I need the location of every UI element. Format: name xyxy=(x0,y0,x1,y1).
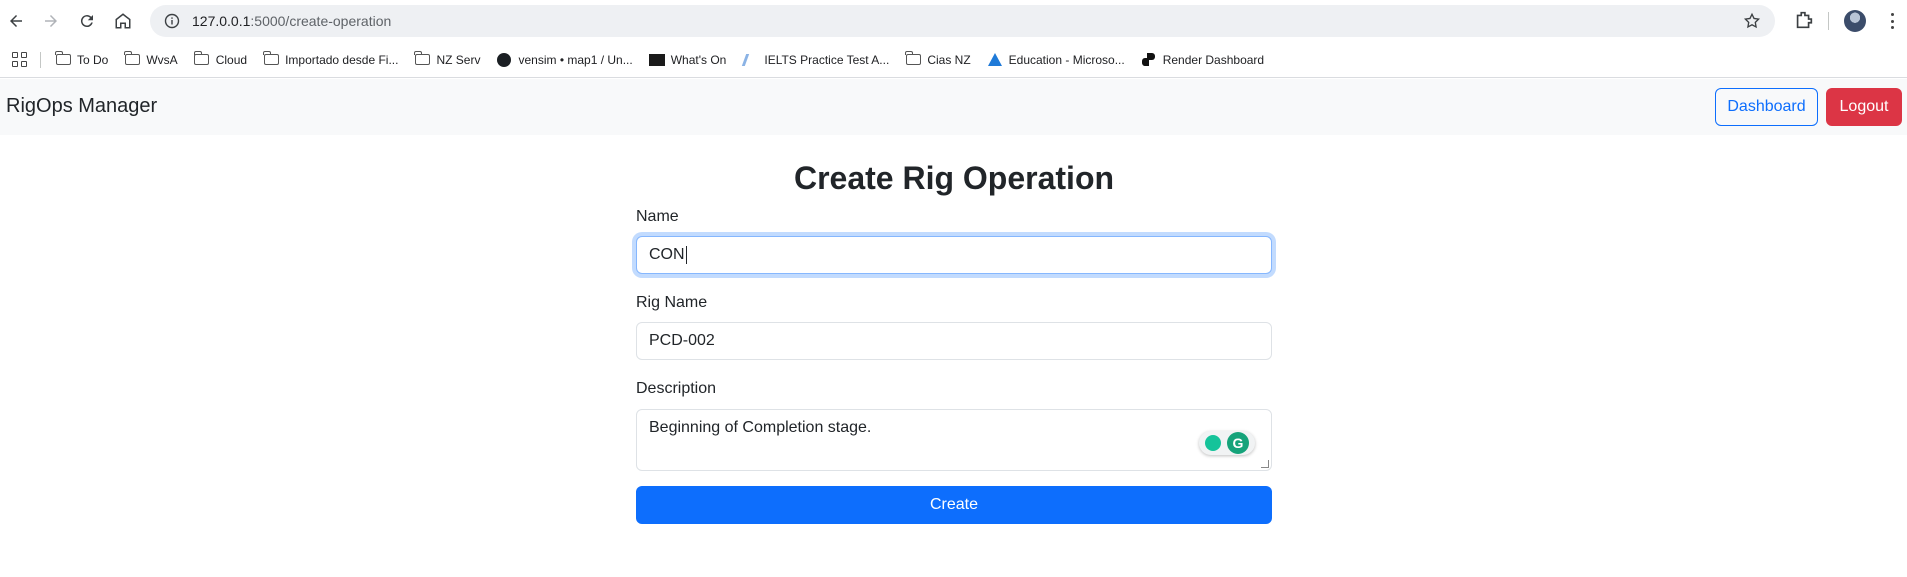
rig-name-input[interactable]: PCD-002 xyxy=(636,322,1272,360)
folder-icon xyxy=(193,51,210,67)
bookmark-label: WvsA xyxy=(146,52,178,67)
bookmark-label: Cias NZ xyxy=(927,52,971,67)
browser-toolbar: 127.0.0.1:5000/create-operation xyxy=(0,0,1907,42)
description-label: Description xyxy=(636,380,717,397)
bookmark-render[interactable]: Render Dashboard xyxy=(1141,53,1264,67)
logout-button[interactable]: Logout xyxy=(1826,88,1902,126)
page-title: Create Rig Operation xyxy=(793,160,1115,196)
bookmark-label: To Do xyxy=(77,52,109,67)
reload-icon[interactable] xyxy=(69,3,105,39)
grammarly-widget[interactable]: G xyxy=(1199,431,1255,455)
text-caret xyxy=(685,246,687,264)
azure-icon xyxy=(987,53,1003,67)
dashboard-button[interactable]: Dashboard xyxy=(1715,88,1818,126)
bookmark-cloud[interactable]: Cloud xyxy=(193,51,248,67)
create-button[interactable]: Create xyxy=(636,486,1272,524)
browser-menu-icon[interactable] xyxy=(1882,11,1902,31)
ielts-icon xyxy=(742,53,759,67)
brand-title[interactable]: RigOps Manager xyxy=(6,95,157,118)
bookmark-label: Importado desde Fi... xyxy=(285,52,399,67)
rig-name-input-value: PCD-002 xyxy=(649,332,715,349)
folder-icon xyxy=(263,51,279,67)
bookmark-label: Education - Microso... xyxy=(1008,52,1125,67)
name-label: Name xyxy=(636,208,679,225)
bookmark-whats-on[interactable]: What's On xyxy=(648,52,727,67)
bookmark-label: NZ Serv xyxy=(436,52,481,67)
description-value: Beginning of Completion stage. xyxy=(649,419,872,436)
whats-on-icon xyxy=(648,53,665,67)
extensions-icon[interactable] xyxy=(1793,9,1815,31)
bookmark-label: IELTS Practice Test A... xyxy=(764,52,890,67)
app-navbar: RigOps Manager Dashboard Logout xyxy=(0,79,1907,135)
address-bar[interactable]: 127.0.0.1:5000/create-operation xyxy=(150,5,1775,37)
bookmark-wvsa[interactable]: WvsA xyxy=(124,51,178,67)
bookmark-star-icon[interactable] xyxy=(1743,12,1761,30)
bookmark-nz-serv[interactable]: NZ Serv xyxy=(414,51,481,67)
name-input-value: CON xyxy=(649,246,685,263)
folder-icon xyxy=(414,51,430,67)
site-info-icon[interactable] xyxy=(164,13,180,29)
github-icon xyxy=(496,52,512,67)
apps-icon[interactable] xyxy=(12,51,28,68)
bookmark-to-do[interactable]: To Do xyxy=(55,51,109,67)
rig-name-label: Rig Name xyxy=(636,294,708,311)
home-icon[interactable] xyxy=(105,3,141,39)
resize-handle[interactable] xyxy=(1261,460,1269,468)
render-icon xyxy=(1141,53,1157,67)
lightbulb-icon[interactable] xyxy=(1205,435,1221,451)
bookmark-education[interactable]: Education - Microso... xyxy=(987,53,1125,67)
url-path: :5000/create-operation xyxy=(250,13,392,29)
forward-icon[interactable] xyxy=(33,3,69,39)
folder-icon xyxy=(905,51,921,67)
bookmark-label: vensim • map1 / Un... xyxy=(518,52,633,67)
grammarly-icon[interactable]: G xyxy=(1227,432,1249,454)
bookmarks-bar: To Do WvsA Cloud Importado desde Fi... N… xyxy=(0,42,1907,78)
bookmarks-divider xyxy=(40,51,41,68)
bookmark-label: Cloud xyxy=(215,52,248,67)
bookmark-vensim[interactable]: vensim • map1 / Un... xyxy=(496,52,633,67)
bookmark-importado[interactable]: Importado desde Fi... xyxy=(263,51,399,67)
profile-avatar[interactable] xyxy=(1844,10,1866,32)
bookmark-label: Render Dashboard xyxy=(1162,52,1265,67)
bookmark-cias-nz[interactable]: Cias NZ xyxy=(905,51,971,67)
description-textarea[interactable]: Beginning of Completion stage. G xyxy=(636,409,1272,471)
name-input[interactable]: CON xyxy=(636,236,1272,274)
back-icon[interactable] xyxy=(0,3,34,39)
bookmark-ielts[interactable]: IELTS Practice Test A... xyxy=(742,53,889,67)
bookmark-label: What's On xyxy=(670,52,727,67)
url-host: 127.0.0.1 xyxy=(192,13,251,29)
folder-icon xyxy=(55,51,71,67)
folder-icon xyxy=(124,51,140,67)
toolbar-divider xyxy=(1828,12,1829,30)
